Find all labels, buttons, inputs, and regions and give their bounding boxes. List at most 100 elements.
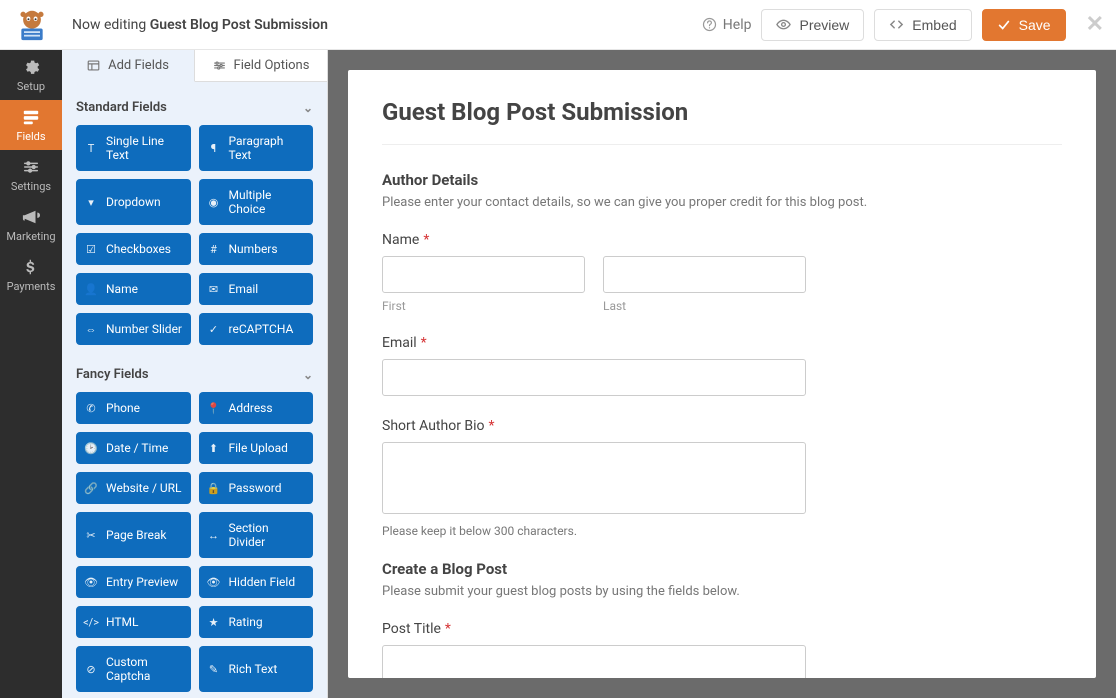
field-type-email[interactable]: ✉Email xyxy=(199,273,314,305)
field-type-website-url[interactable]: 🔗Website / URL xyxy=(76,472,191,504)
section-blogpost-heading: Create a Blog Post xyxy=(382,560,1062,578)
tab-add-fields-label: Add Fields xyxy=(108,58,169,73)
field-type-label: Date / Time xyxy=(106,441,168,455)
nav-marketing-label: Marketing xyxy=(6,230,55,243)
email-input[interactable] xyxy=(382,359,806,396)
field-type-single-line-text[interactable]: T Single Line Text xyxy=(76,125,191,171)
phone-icon: ✆ xyxy=(84,401,98,415)
field-type-password[interactable]: 🔒Password xyxy=(199,472,314,504)
field-type-label: Single Line Text xyxy=(106,134,183,162)
bio-textarea[interactable] xyxy=(382,442,806,514)
field-type-section-divider[interactable]: ↔Section Divider xyxy=(199,512,314,558)
field-type-html[interactable]: </> HTML xyxy=(76,606,191,638)
form-stage: Guest Blog Post Submission Author Detail… xyxy=(328,50,1116,698)
rating-icon: ★ xyxy=(207,615,221,629)
entry-preview-icon: 👁 xyxy=(84,575,98,589)
section-author-heading: Author Details xyxy=(382,171,1062,189)
file-upload-icon: ⬆ xyxy=(207,441,221,455)
field-post-title[interactable]: Post Title* xyxy=(382,621,806,678)
field-type-label: HTML xyxy=(106,615,139,629)
field-type-phone[interactable]: ✆ Phone xyxy=(76,392,191,424)
date-time-icon: 🕑 xyxy=(84,441,98,455)
nav-marketing[interactable]: Marketing xyxy=(0,200,62,250)
nav-payments[interactable]: Payments xyxy=(0,250,62,300)
chevron-down-icon: ⌄ xyxy=(303,368,313,382)
field-type-rating[interactable]: ★Rating xyxy=(199,606,314,638)
field-type-label: Email xyxy=(229,282,259,296)
field-type-custom-captcha[interactable]: ⊘ Custom Captcha xyxy=(76,646,191,692)
section-standard-title: Standard Fields xyxy=(76,100,167,115)
number-slider-icon: ⇔ xyxy=(84,322,98,336)
nav-fields-label: Fields xyxy=(16,130,45,143)
rich-text-icon: ✎ xyxy=(207,662,221,676)
form-canvas[interactable]: Guest Blog Post Submission Author Detail… xyxy=(348,70,1096,678)
embed-label: Embed xyxy=(912,17,956,33)
embed-button[interactable]: Embed xyxy=(874,9,971,41)
field-type-label: Custom Captcha xyxy=(106,655,183,683)
field-type-entry-preview[interactable]: 👁Entry Preview xyxy=(76,566,191,598)
nav-settings-label: Settings xyxy=(11,180,51,193)
field-type-checkboxes[interactable]: ☑Checkboxes xyxy=(76,233,191,265)
field-type-page-break[interactable]: ✂ Page Break xyxy=(76,512,191,558)
field-type-name[interactable]: 👤Name xyxy=(76,273,191,305)
field-type-label: Paragraph Text xyxy=(229,134,306,162)
field-bio[interactable]: Short Author Bio* Please keep it below 3… xyxy=(382,418,806,538)
sublabel-first: First xyxy=(382,299,585,313)
save-button[interactable]: Save xyxy=(982,9,1066,41)
field-type-label: Hidden Field xyxy=(229,575,296,589)
preview-button[interactable]: Preview xyxy=(761,9,864,41)
nav-payments-label: Payments xyxy=(7,280,56,293)
hidden-field-icon: 👁 xyxy=(207,575,221,589)
paragraph-text-icon: ¶ xyxy=(207,141,221,155)
numbers-icon: # xyxy=(207,242,221,256)
name-last-input[interactable] xyxy=(603,256,806,293)
field-type-date-time[interactable]: 🕑 Date / Time xyxy=(76,432,191,464)
field-bio-label: Short Author Bio xyxy=(382,418,485,434)
field-type-label: Phone xyxy=(106,401,140,415)
field-type-dropdown[interactable]: ▾Dropdown xyxy=(76,179,191,225)
section-divider-icon: ↔ xyxy=(207,528,221,542)
section-fancy-fields[interactable]: Fancy Fields ⌄ xyxy=(76,359,313,392)
field-bio-hint: Please keep it below 300 characters. xyxy=(382,524,806,538)
custom-captcha-icon: ⊘ xyxy=(84,662,98,676)
address-icon: 📍 xyxy=(207,401,221,415)
field-type-label: Number Slider xyxy=(106,322,182,336)
tab-field-options-label: Field Options xyxy=(234,58,310,73)
field-email-label: Email xyxy=(382,335,417,351)
nav-setup[interactable]: Setup xyxy=(0,50,62,100)
close-icon[interactable]: ✕ xyxy=(1086,12,1104,37)
preview-label: Preview xyxy=(799,17,849,33)
section-standard-fields[interactable]: Standard Fields ⌄ xyxy=(76,92,313,125)
field-type-address[interactable]: 📍 Address xyxy=(199,392,314,424)
field-type-label: File Upload xyxy=(229,441,288,455)
editing-label: Now editing Guest Blog Post Submission xyxy=(72,17,328,33)
field-name[interactable]: Name* First Last xyxy=(382,232,806,313)
field-type-file-upload[interactable]: ⬆ File Upload xyxy=(199,432,314,464)
field-email[interactable]: Email* xyxy=(382,335,806,396)
field-type-label: Multiple Choice xyxy=(229,188,306,216)
tab-field-options[interactable]: Field Options xyxy=(195,50,327,82)
field-type-recaptcha[interactable]: ✓reCAPTCHA xyxy=(199,313,314,345)
name-first-input[interactable] xyxy=(382,256,585,293)
field-type-rich-text[interactable]: ✎Rich Text xyxy=(199,646,314,692)
field-type-label: Address xyxy=(229,401,273,415)
field-type-numbers[interactable]: #Numbers xyxy=(199,233,314,265)
tab-add-fields[interactable]: Add Fields xyxy=(62,50,195,82)
help-link[interactable]: Help xyxy=(702,17,752,33)
field-type-hidden-field[interactable]: 👁 Hidden Field xyxy=(199,566,314,598)
field-type-label: Website / URL xyxy=(106,481,182,495)
nav-settings[interactable]: Settings xyxy=(0,150,62,200)
field-type-label: Checkboxes xyxy=(106,242,171,256)
name-icon: 👤 xyxy=(84,282,98,296)
single-line-text-icon: T xyxy=(84,141,98,155)
nav-fields[interactable]: Fields xyxy=(0,100,62,150)
sublabel-last: Last xyxy=(603,299,806,313)
wpforms-logo xyxy=(12,8,52,42)
field-type-paragraph-text[interactable]: ¶ Paragraph Text xyxy=(199,125,314,171)
field-type-multiple-choice[interactable]: ◉Multiple Choice xyxy=(199,179,314,225)
field-type-number-slider[interactable]: ⇔ Number Slider xyxy=(76,313,191,345)
page-break-icon: ✂ xyxy=(84,528,98,542)
post-title-input[interactable] xyxy=(382,645,806,678)
field-type-label: Page Break xyxy=(106,528,167,542)
html-icon: </> xyxy=(84,615,98,629)
